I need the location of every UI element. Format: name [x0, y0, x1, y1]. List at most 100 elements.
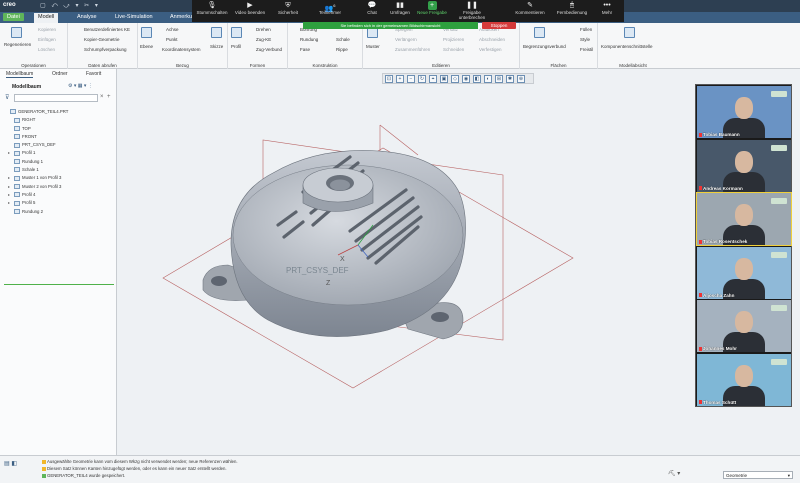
tree-node[interactable]: ▸ Profil 5	[4, 199, 114, 207]
delete-button[interactable]: Löschen	[38, 47, 55, 52]
tab-live-simulation[interactable]: Live-Simulation	[115, 14, 153, 20]
security-button[interactable]: ⛨ Sicherheit	[268, 1, 308, 15]
annotate-button[interactable]: ✎ Kommentieren	[510, 1, 550, 15]
perspective-icon[interactable]: ◇	[451, 75, 459, 83]
appearance-icon[interactable]: ◐	[484, 75, 492, 83]
tab-file[interactable]: Datei	[3, 13, 24, 21]
sketch-button[interactable]: Skizze	[210, 44, 223, 49]
tab-model-tree[interactable]: Modellbaum	[6, 71, 34, 78]
tree-node[interactable]: Schale 1	[4, 166, 114, 174]
group-datum: Ebene Achse Punkt Koordinatensystem Skiz…	[138, 23, 228, 69]
pause-share-button[interactable]: ❚❚ Freigabe unterbrechen	[452, 1, 492, 20]
tree-node[interactable]: ▸ Muster 2 von Profil 3	[4, 183, 114, 191]
add-icon[interactable]: +	[107, 94, 111, 100]
shrinkwrap-button[interactable]: Schrumpfverpackung	[84, 47, 127, 52]
tree-node[interactable]: Rundung 1	[4, 158, 114, 166]
participant-video-tile[interactable]: Tobias Baumann	[697, 86, 791, 138]
datum-display-icon[interactable]: ⊞	[495, 75, 503, 83]
swept-blend-button[interactable]: Zug-Verbund	[256, 47, 282, 52]
participant-video-tile[interactable]: Thomas Schütt	[697, 353, 791, 406]
tab-model[interactable]: Modell	[34, 13, 59, 23]
merge-button[interactable]: Zusammenführen	[395, 47, 430, 52]
tree-node[interactable]: Rundung 2	[4, 208, 114, 216]
project-button[interactable]: Projizieren	[443, 37, 464, 42]
rib-button[interactable]: Rippe	[336, 47, 348, 52]
participant-video-tile[interactable]: Andreas Kormann	[697, 139, 791, 192]
participant-video-tile[interactable]: Tobias Rosentschek	[696, 192, 792, 246]
mic-muted-icon	[699, 132, 702, 137]
remote-control-button[interactable]: 🖱 Fernbedienung	[552, 1, 592, 15]
solidify-button[interactable]: Verfestigen	[479, 47, 502, 52]
axis-x-label: X	[340, 256, 345, 263]
saved-orientations-icon[interactable]: ⌖	[429, 75, 437, 83]
sweep-button[interactable]: Zug-KE	[256, 37, 271, 42]
tab-analysis[interactable]: Analyse	[77, 14, 97, 20]
tree-node[interactable]: PRT_CSYS_DEF	[4, 141, 114, 149]
participant-video-tile[interactable]: Johannes Mohr	[697, 300, 791, 352]
selection-filter-icon[interactable]: ⛏ ▾	[668, 470, 680, 477]
close-icon[interactable]: ×	[100, 94, 104, 100]
pattern-button[interactable]: Muster	[366, 44, 380, 49]
spin-center-icon[interactable]: ⊕	[517, 75, 525, 83]
display-style-icon[interactable]: ◉	[462, 75, 470, 83]
tab-folder[interactable]: Ordner	[52, 71, 68, 77]
style-button[interactable]: Style	[580, 37, 590, 42]
revolve-button[interactable]: Drehen	[256, 27, 271, 32]
trim-button[interactable]: Abschneiden	[479, 37, 505, 42]
profile-button[interactable]: Profil	[231, 44, 241, 49]
copy-button[interactable]: Kopieren	[38, 27, 56, 32]
component-interface-button[interactable]: Komponentenschnittstelle	[601, 44, 653, 49]
group-engineering-title: Konstruktion	[312, 63, 338, 68]
axis-button[interactable]: Achse	[166, 27, 179, 32]
csys-button[interactable]: Koordinatensystem	[162, 47, 201, 52]
intersect-button[interactable]: Schneiden	[443, 47, 464, 52]
repaint-icon[interactable]: ↻	[418, 75, 426, 83]
participants-button[interactable]: 👥6 Teilnehmer	[310, 1, 350, 15]
graphics-window[interactable]: PRT_CSYS_DEF X Z	[118, 85, 692, 455]
round-button[interactable]: Rundung	[300, 37, 318, 42]
mute-button[interactable]: 🎙 Stummschalten	[192, 1, 232, 15]
company-logo	[771, 358, 787, 365]
plane-button[interactable]: Ebene	[140, 44, 153, 49]
chamfer-button[interactable]: Fase	[300, 47, 310, 52]
tab-favorites[interactable]: Favorit	[86, 71, 101, 77]
shell-button[interactable]: Schale	[336, 37, 350, 42]
panel-toggle-icon[interactable]: ▤ ◧	[4, 460, 17, 467]
extend-button[interactable]: Verlängern	[395, 37, 417, 42]
more-button[interactable]: ••• Mehr	[592, 1, 622, 15]
view-manager-icon[interactable]: ▣	[440, 75, 448, 83]
refit-icon[interactable]: ⊡	[385, 75, 393, 83]
tree-node[interactable]: RIGHT	[4, 116, 114, 124]
user-feature-button[interactable]: Benutzerdefiniertes KE	[84, 27, 130, 32]
selection-filter-dropdown[interactable]: Geometrie ▾	[723, 471, 793, 479]
tree-search-input[interactable]	[14, 94, 98, 102]
new-share-button[interactable]: + Neue Freigabe	[412, 1, 452, 15]
fill-button[interactable]: Füllen	[580, 27, 592, 32]
tree-node[interactable]: TOP	[4, 125, 114, 133]
tree-node[interactable]: ▸ Profil 1	[4, 149, 114, 157]
shield-icon: ⛨	[285, 2, 291, 9]
tree-node[interactable]: ▸ Profil 4	[4, 191, 114, 199]
quick-access-toolbar[interactable]: ▢ ⤺ ⤻ ▾ ✂ ▾	[40, 2, 100, 10]
participant-name: Tobias Rosentschek	[699, 239, 747, 244]
stop-share-button[interactable]: Stoppen	[482, 22, 516, 29]
tree-node[interactable]: GENERATOR_TEIL4.PRT	[4, 108, 114, 116]
stop-video-button[interactable]: ▶ Video beenden	[230, 1, 270, 15]
copy-geometry-button[interactable]: Kopier-Geometrie	[84, 37, 120, 42]
tree-node[interactable]: FRONT	[4, 133, 114, 141]
insert-here-indicator[interactable]	[4, 284, 114, 285]
tree-node[interactable]: ▸ Muster 1 von Profil 3	[4, 174, 114, 182]
regenerate-button[interactable]: Regenerieren	[4, 42, 31, 47]
annotation-display-icon[interactable]: ✱	[506, 75, 514, 83]
boundary-blend-button[interactable]: Begrenzungsverbund	[523, 44, 566, 49]
paste-button[interactable]: Einfügen	[38, 37, 56, 42]
point-button[interactable]: Punkt	[166, 37, 178, 42]
freestyle-button[interactable]: Freistil	[580, 47, 593, 52]
participant-video-tile[interactable]: Aljoscha Zahn	[697, 246, 791, 299]
tree-settings-icon[interactable]: ⚙ ▾ ▦ ▾ ⋮	[68, 83, 93, 89]
zoom-in-icon[interactable]: +	[396, 75, 404, 83]
section-icon[interactable]: ◧	[473, 75, 481, 83]
filter-icon[interactable]: ⊽	[5, 94, 9, 101]
company-logo	[771, 305, 787, 311]
zoom-out-icon[interactable]: −	[407, 75, 415, 83]
